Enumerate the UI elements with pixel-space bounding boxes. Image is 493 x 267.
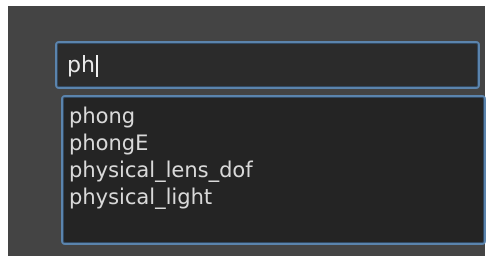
dark-panel: ph phong phongE physical_lens_dof physic… — [8, 6, 486, 256]
search-input-text: ph — [67, 53, 95, 78]
autocomplete-list: phong phongE physical_lens_dof physical_… — [63, 97, 484, 211]
screenshot-frame: ph phong phongE physical_lens_dof physic… — [0, 0, 493, 267]
autocomplete-item-physical-lens-dof[interactable]: physical_lens_dof — [69, 157, 484, 184]
text-cursor-icon — [95, 55, 98, 77]
search-input-value-row: ph — [67, 53, 98, 79]
autocomplete-item-physical-light[interactable]: physical_light — [69, 184, 484, 211]
search-input[interactable]: ph — [55, 41, 480, 89]
autocomplete-item-phonge[interactable]: phongE — [69, 130, 484, 157]
autocomplete-item-phong[interactable]: phong — [69, 103, 484, 130]
autocomplete-dropdown[interactable]: phong phongE physical_lens_dof physical_… — [61, 95, 486, 245]
